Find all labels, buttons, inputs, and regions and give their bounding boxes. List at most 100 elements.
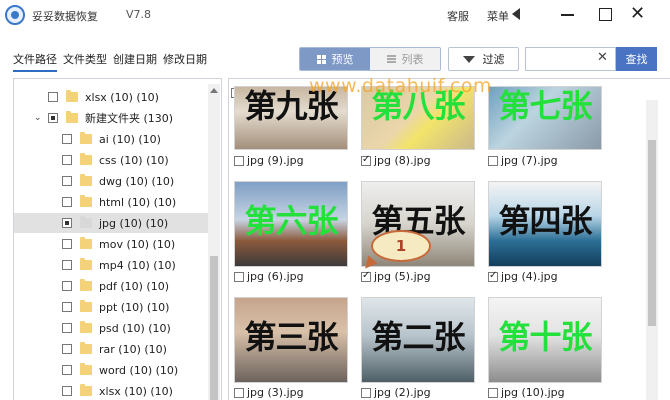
- file-checkbox[interactable]: [234, 387, 244, 398]
- folder-icon: [80, 300, 92, 312]
- tree-checkbox[interactable]: [62, 323, 72, 333]
- funnel-icon: [462, 55, 475, 63]
- file-checkbox[interactable]: [488, 387, 498, 398]
- file-caption[interactable]: jpg (10).jpg: [488, 386, 565, 399]
- tree-item[interactable]: rar (10) (10): [62, 339, 167, 359]
- tree-item[interactable]: word (10) (10): [62, 360, 178, 380]
- list-view-button[interactable]: 列表: [370, 48, 440, 70]
- tree-scrollbar[interactable]: [208, 84, 220, 400]
- tree-item[interactable]: ⌄ 新建文件夹 (130): [34, 108, 173, 128]
- file-caption[interactable]: jpg (9).jpg: [234, 154, 304, 167]
- sort-tabs: 文件路径 文件类型 创建日期 修改日期: [13, 51, 213, 72]
- thumbnail-overlay-text: 第十张: [498, 318, 592, 356]
- tree-checkbox[interactable]: [62, 134, 72, 144]
- tree-item[interactable]: xlsx (10) (10): [62, 381, 173, 400]
- tree-checkbox[interactable]: [48, 113, 58, 123]
- tree-item-selected[interactable]: jpg (10) (10): [14, 213, 210, 233]
- folder-icon: [80, 237, 92, 249]
- tree-item[interactable]: css (10) (10): [62, 150, 169, 170]
- grid-icon: [316, 54, 326, 64]
- menu-caret-icon[interactable]: [512, 8, 520, 20]
- tree-item-label: css (10) (10): [99, 153, 169, 167]
- file-checkbox[interactable]: [361, 387, 371, 398]
- tree-checkbox[interactable]: [62, 239, 72, 249]
- tree-item-label: mp4 (10) (10): [99, 258, 176, 272]
- tree-scroll-thumb[interactable]: [210, 256, 218, 400]
- folder-tree: xlsx (10) (10) ⌄ 新建文件夹 (130) ai (10) (10…: [13, 78, 222, 400]
- file-checkbox[interactable]: [234, 271, 244, 282]
- file-caption[interactable]: jpg (2).jpg: [361, 386, 431, 399]
- preview-scrollbar[interactable]: [646, 100, 658, 400]
- tree-item-label: xlsx (10) (10): [85, 90, 159, 104]
- file-caption[interactable]: jpg (6).jpg: [234, 270, 304, 283]
- filter-button[interactable]: 过滤: [448, 47, 519, 71]
- tab-created-date[interactable]: 创建日期: [113, 51, 157, 72]
- thumbnail-overlay-text: 第六张: [244, 202, 338, 240]
- file-checkbox[interactable]: [488, 270, 498, 282]
- tree-checkbox[interactable]: [62, 302, 72, 312]
- file-checkbox[interactable]: [361, 154, 371, 166]
- file-name: jpg (9).jpg: [247, 154, 304, 167]
- tree-item[interactable]: ai (10) (10): [62, 129, 161, 149]
- tree-item[interactable]: html (10) (10): [62, 192, 176, 212]
- menu-button[interactable]: 菜单: [487, 8, 509, 24]
- file-thumbnail[interactable]: 第四张: [488, 181, 602, 267]
- tree-checkbox[interactable]: [62, 218, 72, 228]
- tree-item-label: ppt (10) (10): [99, 300, 170, 314]
- file-caption[interactable]: jpg (7).jpg: [488, 154, 558, 167]
- tree-checkbox[interactable]: [62, 197, 72, 207]
- file-checkbox[interactable]: [488, 155, 498, 166]
- file-caption[interactable]: jpg (5).jpg: [361, 270, 431, 283]
- tree-item[interactable]: pdf (10) (10): [62, 276, 169, 296]
- file-thumbnail[interactable]: 第六张: [234, 181, 348, 267]
- file-caption[interactable]: jpg (8).jpg: [361, 154, 431, 167]
- tree-checkbox[interactable]: [62, 155, 72, 165]
- file-name: jpg (10).jpg: [501, 386, 565, 399]
- thumbnail-overlay-text: 第七张: [498, 87, 592, 125]
- tree-checkbox[interactable]: [62, 365, 72, 375]
- file-caption[interactable]: jpg (3).jpg: [234, 386, 304, 399]
- tree-item[interactable]: mp4 (10) (10): [62, 255, 176, 275]
- chevron-down-icon[interactable]: ⌄: [34, 113, 44, 123]
- tree-checkbox[interactable]: [62, 260, 72, 270]
- tree-checkbox[interactable]: [62, 281, 72, 291]
- file-name: jpg (2).jpg: [374, 386, 431, 399]
- file-thumbnail[interactable]: 第二张: [361, 297, 475, 383]
- tab-modified-date[interactable]: 修改日期: [163, 51, 207, 72]
- maximize-icon: [599, 8, 612, 21]
- preview-view-button[interactable]: 预览: [300, 48, 370, 70]
- tree-checkbox[interactable]: [48, 92, 58, 102]
- tree-item[interactable]: mov (10) (10): [62, 234, 175, 254]
- search-clear-icon[interactable]: ✕: [597, 50, 608, 65]
- folder-icon: [80, 195, 92, 207]
- thumbnail-overlay-text: 第三张: [244, 318, 338, 356]
- file-caption[interactable]: jpg (4).jpg: [488, 270, 558, 283]
- folder-icon: [80, 363, 92, 375]
- tree-item[interactable]: psd (10) (10): [62, 318, 171, 338]
- file-thumbnail[interactable]: 第十张: [488, 297, 602, 383]
- file-checkbox[interactable]: [234, 155, 244, 166]
- tree-checkbox[interactable]: [62, 344, 72, 354]
- thumbnail-overlay-text: 第二张: [371, 318, 465, 356]
- thumbnail-overlay-text: 第四张: [498, 202, 592, 240]
- folder-icon: [66, 111, 78, 123]
- tree-item-label: mov (10) (10): [99, 237, 176, 251]
- tab-file-type[interactable]: 文件类型: [63, 51, 107, 72]
- search-button[interactable]: 查找: [616, 47, 657, 71]
- scroll-up-icon[interactable]: [210, 88, 218, 93]
- close-button[interactable]: ✕: [630, 5, 645, 23]
- tree-item[interactable]: xlsx (10) (10): [48, 87, 159, 107]
- tree-checkbox[interactable]: [62, 176, 72, 186]
- tree-item-label: dwg (10) (10): [99, 174, 175, 188]
- support-button[interactable]: 客服: [447, 8, 469, 24]
- tree-item[interactable]: ppt (10) (10): [62, 297, 169, 317]
- tree-checkbox[interactable]: [62, 386, 72, 396]
- folder-icon: [66, 90, 78, 102]
- file-thumbnail[interactable]: 第三张: [234, 297, 348, 383]
- tree-item-label: word (10) (10): [99, 363, 179, 377]
- tab-file-path[interactable]: 文件路径: [13, 51, 57, 72]
- file-thumbnail[interactable]: 第七张: [488, 86, 602, 150]
- file-checkbox[interactable]: [361, 270, 371, 282]
- tree-item[interactable]: dwg (10) (10): [62, 171, 174, 191]
- preview-scroll-thumb[interactable]: [648, 140, 656, 326]
